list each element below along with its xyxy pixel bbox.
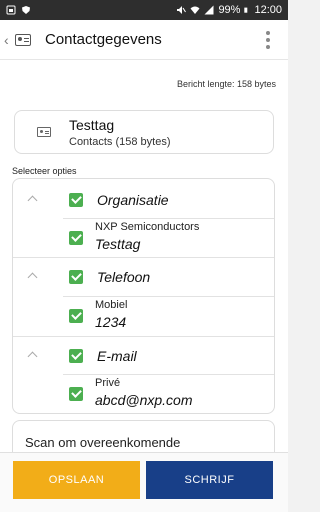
group-label: Telefoon (97, 269, 151, 285)
group-row-telefoon[interactable]: Telefoon (13, 258, 274, 296)
battery-icon (244, 7, 248, 13)
chevron-up-icon[interactable] (27, 270, 37, 280)
status-left (6, 5, 31, 15)
contact-card-icon (37, 127, 51, 137)
select-options-label: Selecteer opties (12, 166, 77, 176)
main-content: Bericht lengte: 158 bytes Testtag Contac… (0, 60, 288, 460)
mute-icon (177, 6, 187, 14)
checkbox-email[interactable] (69, 349, 83, 363)
group-label: E-mail (97, 348, 137, 364)
checkbox-organisatie[interactable] (69, 193, 83, 207)
item-row-email[interactable]: Privé abcd@nxp.com (13, 375, 274, 413)
write-button[interactable]: SCHRIJF (146, 461, 273, 499)
back-chevron-icon[interactable]: ‹ (4, 32, 14, 48)
battery-percent: 99% (218, 4, 241, 16)
clock: 12:00 (254, 4, 282, 16)
message-length: Bericht lengte: 158 bytes (176, 79, 276, 89)
item-value: Testtag (95, 236, 141, 252)
contact-card-icon (15, 33, 31, 46)
app-bar: ‹ Contactgegevens (0, 20, 288, 60)
save-button[interactable]: OPSLAAN (13, 461, 140, 499)
record-title: Testtag (69, 116, 115, 133)
item-label: NXP Semiconductors (95, 221, 200, 233)
chevron-up-icon[interactable] (27, 349, 37, 359)
scan-text: Scan om overeenkomende (25, 435, 181, 450)
shield-icon (22, 6, 30, 14)
item-row-telefoon[interactable]: Mobiel 1234 (13, 297, 274, 337)
group-row-email[interactable]: E-mail (13, 337, 274, 375)
status-right: 99% 12:00 (176, 4, 282, 16)
record-subtitle: Contacts (158 bytes) (69, 135, 171, 148)
wifi-icon (190, 6, 200, 14)
status-bar: 99% 12:00 (0, 0, 288, 20)
item-label: Mobiel (95, 299, 128, 311)
group-row-organisatie[interactable]: Organisatie (13, 181, 274, 219)
item-value: abcd@nxp.com (95, 392, 193, 408)
group-label: Organisatie (97, 192, 169, 208)
options-panel: Organisatie NXP Semiconductors Testtag T… (12, 178, 275, 414)
item-label: Privé (95, 377, 121, 389)
bottom-action-bar: OPSLAAN SCHRIJF (0, 452, 288, 512)
item-value: 1234 (95, 314, 127, 330)
checkbox-telefoon[interactable] (69, 270, 83, 284)
checkbox-phone-value[interactable] (69, 309, 83, 323)
record-text: Testtag Contacts (158 bytes) (69, 117, 171, 148)
signal-icon (204, 5, 214, 15)
page-title: Contactgegevens (45, 31, 162, 48)
item-row-organisatie[interactable]: NXP Semiconductors Testtag (13, 219, 274, 259)
sim-card-icon (6, 5, 16, 15)
chevron-up-icon[interactable] (27, 193, 37, 203)
record-card[interactable]: Testtag Contacts (158 bytes) (14, 110, 274, 154)
overflow-menu-icon[interactable] (266, 30, 270, 49)
checkbox-email-value[interactable] (69, 387, 83, 401)
checkbox-organisation-value[interactable] (69, 231, 83, 245)
